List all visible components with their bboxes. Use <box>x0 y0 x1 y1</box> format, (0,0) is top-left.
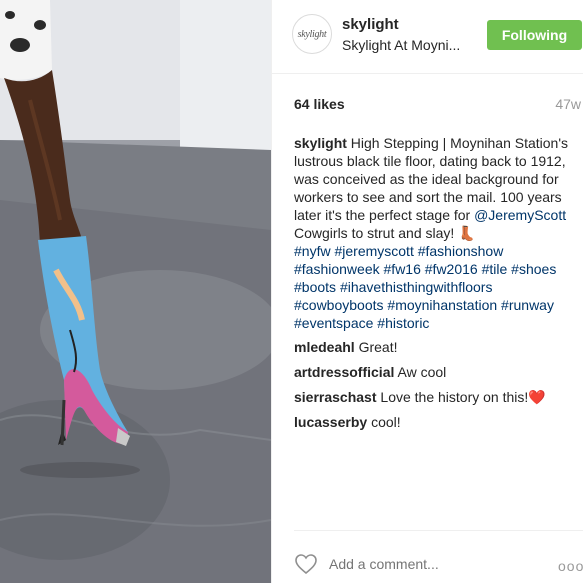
hashtag-link[interactable]: #cowboyboots <box>294 297 384 313</box>
hashtag-link[interactable]: #historic <box>377 315 429 331</box>
hashtag-link[interactable]: #boots <box>294 279 336 295</box>
hashtag-link[interactable]: #jeremyscott <box>334 243 413 259</box>
username-link[interactable]: skylight <box>342 16 399 33</box>
footer-divider <box>294 530 583 531</box>
avatar[interactable]: skylight <box>292 14 332 54</box>
comment-item: lucasserby cool! <box>294 413 401 431</box>
comment-username[interactable]: lucasserby <box>294 414 367 430</box>
hashtag-link[interactable]: #ihavethisthingwithfloors <box>340 279 493 295</box>
location-link[interactable]: Skylight At Moyni... <box>342 37 460 53</box>
comment-text: Great! <box>358 339 398 355</box>
following-button[interactable]: Following <box>487 20 582 50</box>
post-view: skylight skylight Skylight At Moyni... F… <box>0 0 583 583</box>
mention-link[interactable]: @JeremyScott <box>474 207 566 223</box>
comment-item: mledeahl Great! <box>294 338 398 356</box>
post-details-panel: skylight skylight Skylight At Moyni... F… <box>271 0 583 583</box>
comment-username[interactable]: mledeahl <box>294 339 355 355</box>
heart-like-icon[interactable] <box>294 553 318 575</box>
post-photo[interactable] <box>0 0 271 583</box>
comment-username[interactable]: sierraschast <box>294 389 377 405</box>
hashtag-link[interactable]: #tile <box>482 261 508 277</box>
likes-count[interactable]: 64 likes <box>294 96 345 112</box>
avatar-logo-text: skylight <box>297 28 327 40</box>
comment-item: artdressofficial Aw cool <box>294 363 446 381</box>
comment-text: Love the history on this!❤️ <box>380 389 546 405</box>
hashtag-link[interactable]: #moynihanstation <box>387 297 497 313</box>
photo-runway-boot <box>0 0 271 583</box>
hashtag-link[interactable]: #nyfw <box>294 243 331 259</box>
hashtag-link[interactable]: #runway <box>501 297 554 313</box>
hashtag-link[interactable]: #fw16 <box>384 261 421 277</box>
comment-username[interactable]: artdressofficial <box>294 364 394 380</box>
hashtag-link[interactable]: #fw2016 <box>425 261 478 277</box>
hashtag-link[interactable]: #fashionshow <box>418 243 504 259</box>
caption-text-continued: Cowgirls to strut and slay! <box>294 225 459 241</box>
hashtag-link[interactable]: #shoes <box>511 261 556 277</box>
post-header: skylight skylight Skylight At Moyni... F… <box>272 0 583 74</box>
add-comment-input[interactable] <box>329 556 509 572</box>
hashtag-link[interactable]: #fashionweek <box>294 261 380 277</box>
post-timestamp[interactable]: 47w <box>555 96 581 112</box>
more-options-icon[interactable]: ooo <box>558 558 583 574</box>
post-caption: skylight High Stepping | Moynihan Statio… <box>294 134 583 332</box>
boot-emoji-icon: 👢 <box>458 225 476 241</box>
caption-username[interactable]: skylight <box>294 135 347 151</box>
comment-text: Aw cool <box>397 364 447 380</box>
comment-text: cool! <box>371 414 401 430</box>
hashtag-link[interactable]: #eventspace <box>294 315 373 331</box>
comment-item: sierraschast Love the history on this!❤️ <box>294 388 546 406</box>
